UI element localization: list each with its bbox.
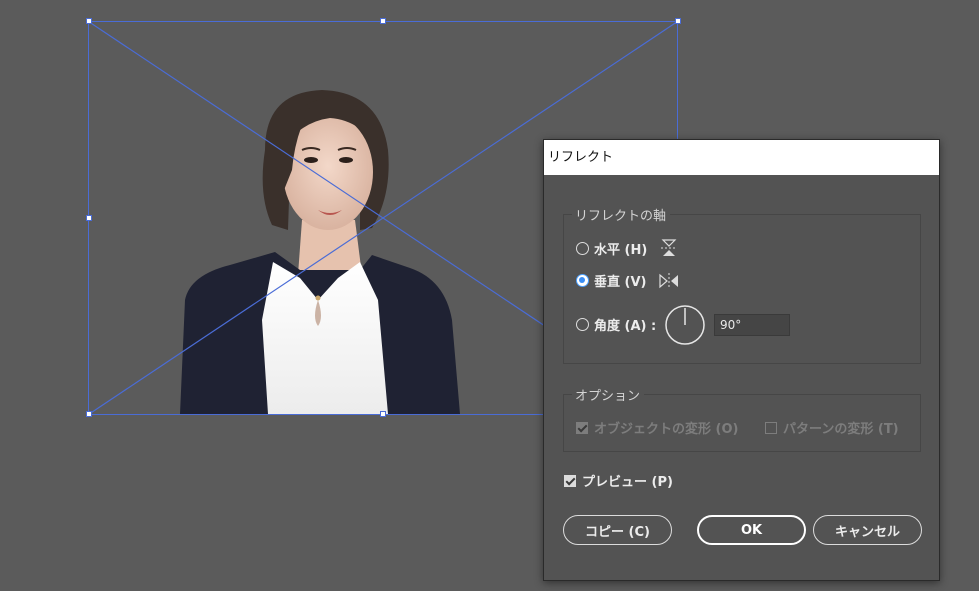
angle-dial-icon[interactable]: [664, 304, 706, 346]
preview-check[interactable]: [564, 474, 576, 487]
cancel-button[interactable]: キャンセル: [813, 515, 922, 545]
radio-vertical[interactable]: 垂直 (V): [576, 271, 680, 290]
resize-handle-top-right[interactable]: [675, 18, 681, 24]
resize-handle-bottom-left[interactable]: [86, 411, 92, 417]
radio-angle-label: 角度 (A) :: [594, 319, 657, 334]
resize-handle-middle-left[interactable]: [86, 215, 92, 221]
flip-horizontal-axis-icon: [661, 239, 678, 256]
radio-angle[interactable]: 角度 (A) :: [576, 315, 656, 334]
radio-vertical-label: 垂直 (V): [594, 275, 647, 290]
transform-objects-check[interactable]: [576, 421, 588, 434]
dialog-titlebar[interactable]: リフレクト: [544, 140, 939, 175]
preview-checkbox[interactable]: プレビュー (P): [564, 471, 673, 490]
axis-group-title: リフレクトの軸: [572, 205, 671, 224]
radio-horizontal[interactable]: 水平 (H): [576, 238, 679, 258]
ok-button[interactable]: OK: [697, 515, 806, 545]
resize-handle-bottom-center[interactable]: [380, 411, 386, 417]
dialog-title: リフレクト: [548, 150, 614, 165]
angle-input[interactable]: 90°: [714, 314, 790, 336]
transform-patterns-check[interactable]: [765, 421, 777, 434]
reflect-dialog: リフレクト リフレクトの軸 水平 (H) 垂直 (V) 角度 (A) : 90°…: [543, 139, 940, 581]
copy-button[interactable]: コピー (C): [563, 515, 672, 545]
transform-patterns-label: パターンの変形 (T): [783, 422, 899, 437]
transform-objects-label: オブジェクトの変形 (O): [594, 422, 739, 437]
flip-vertical-axis-icon: [659, 272, 679, 289]
radio-horizontal-label: 水平 (H): [594, 242, 648, 258]
resize-handle-top-left[interactable]: [86, 18, 92, 24]
radio-angle-button[interactable]: [576, 318, 589, 331]
radio-vertical-button[interactable]: [576, 274, 589, 287]
transform-patterns-checkbox[interactable]: パターンの変形 (T): [765, 418, 899, 437]
options-group-title: オプション: [572, 385, 645, 404]
resize-handle-top-center[interactable]: [380, 18, 386, 24]
radio-horizontal-button[interactable]: [576, 241, 589, 255]
transform-objects-checkbox[interactable]: オブジェクトの変形 (O): [576, 418, 738, 437]
preview-label: プレビュー (P): [582, 475, 673, 490]
